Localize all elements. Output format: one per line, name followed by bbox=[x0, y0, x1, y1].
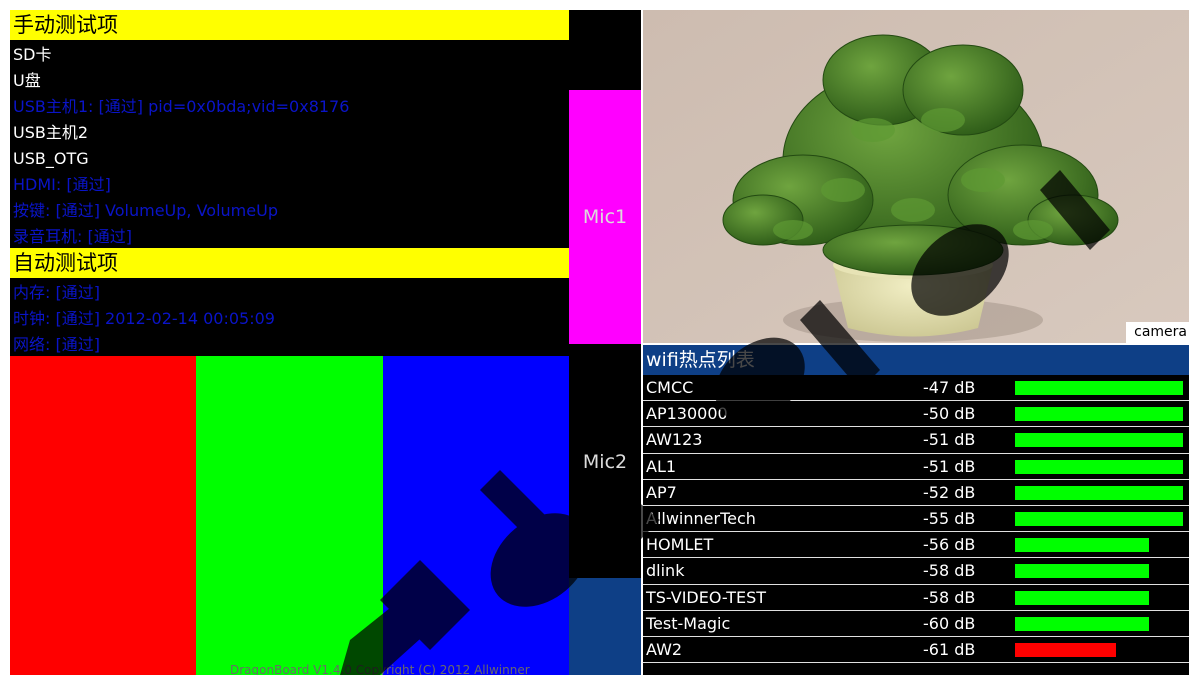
auto-tests-header: 自动测试项 bbox=[10, 248, 569, 278]
test-panel: 手动测试项 SD卡 U盘 USB主机1: [通过] pid=0x0bda;vid=0… bbox=[10, 10, 569, 675]
wifi-signal-db: -60 dB bbox=[923, 613, 976, 633]
auto-tests-list: 内存: [通过] 时钟: [通过] 2012-02-14 00:05:09 网络: … bbox=[10, 278, 569, 354]
wifi-signal-db: -50 dB bbox=[923, 404, 976, 424]
mic2-label: Mic2 bbox=[582, 451, 628, 473]
manual-test-item: HDMI: [通过] bbox=[13, 175, 111, 194]
wifi-hotspot-row[interactable]: AP130000 -50 dB bbox=[643, 401, 1189, 428]
manual-test-item: U盘 bbox=[13, 71, 41, 90]
wifi-hotspot-row[interactable]: AP7 -52 dB bbox=[643, 480, 1189, 506]
wifi-signal-bar bbox=[1015, 433, 1183, 448]
wifi-ssid: AW2 bbox=[646, 639, 683, 659]
wifi-ssid: HOMLET bbox=[646, 535, 714, 555]
mic1-gap bbox=[569, 10, 641, 90]
wifi-signal-bar bbox=[1015, 407, 1183, 422]
wifi-signal-db: -47 dB bbox=[923, 378, 976, 397]
wifi-ssid: AL1 bbox=[646, 456, 677, 476]
wifi-hotspot-row[interactable]: AL1 -51 dB bbox=[643, 454, 1189, 480]
color-bar bbox=[10, 356, 197, 675]
mic-level-column: Mic1 Mic2 bbox=[569, 10, 641, 675]
wifi-hotspot-row[interactable]: AllwinnerTech -55 dB bbox=[643, 506, 1189, 533]
wifi-hotspot-row[interactable]: AW2 -61 dB bbox=[643, 637, 1189, 664]
wifi-hotspot-row[interactable]: TS-VIDEO-TEST -58 dB bbox=[643, 585, 1189, 611]
wifi-signal-db: -58 dB bbox=[923, 561, 976, 581]
wifi-signal-db: -58 dB bbox=[923, 587, 976, 607]
wifi-signal-bar bbox=[1015, 590, 1149, 605]
wifi-signal-bar bbox=[1015, 616, 1149, 631]
wifi-ssid: AW123 bbox=[646, 430, 703, 450]
wifi-signal-db: -61 dB bbox=[923, 639, 976, 659]
mic2-level-fill bbox=[569, 578, 641, 675]
mic1-level: Mic1 bbox=[569, 90, 641, 344]
wifi-ssid: AP130000 bbox=[646, 404, 728, 424]
camera-image bbox=[643, 10, 1189, 343]
wifi-ssid: AP7 bbox=[646, 482, 677, 502]
wifi-list-panel: wifi热点列表 CMCC -47 dB AP130000 -50 dB AW123 -5… bbox=[643, 345, 1189, 675]
manual-test-item: SD卡 bbox=[13, 45, 52, 64]
camera-preview: camera bbox=[643, 10, 1189, 343]
manual-tests-list: SD卡 U盘 USB主机1: [通过] pid=0x0bda;vid=0x8176 U… bbox=[10, 40, 569, 248]
wifi-hotspot-row[interactable]: Test-Magic -60 dB bbox=[643, 611, 1189, 637]
manual-test-item: USB主机1: [通过] pid=0x0bda;vid=0x8176 bbox=[13, 97, 350, 116]
manual-test-item: 按键: [通过] VolumeUp, VolumeUp bbox=[13, 201, 278, 220]
color-bar bbox=[196, 356, 383, 675]
wifi-ssid: TS-VIDEO-TEST bbox=[646, 587, 767, 607]
wifi-ssid: dlink bbox=[646, 561, 685, 581]
wifi-signal-bar bbox=[1015, 538, 1149, 553]
wifi-signal-db: -55 dB bbox=[923, 508, 976, 528]
wifi-signal-db: -52 dB bbox=[923, 482, 976, 502]
auto-test-item: 时钟: [通过] 2012-02-14 00:05:09 bbox=[13, 309, 275, 328]
wifi-hotspot-row[interactable]: AW123 -51 dB bbox=[643, 427, 1189, 454]
wifi-ssid: CMCC bbox=[646, 378, 694, 397]
wifi-signal-bar bbox=[1015, 564, 1149, 579]
wifi-signal-db: -51 dB bbox=[923, 456, 976, 476]
wifi-ssid: Test-Magic bbox=[646, 613, 731, 633]
wifi-ssid: AllwinnerTech bbox=[646, 508, 756, 528]
auto-test-item: 内存: [通过] bbox=[13, 283, 100, 302]
wifi-signal-bar bbox=[1015, 642, 1116, 657]
wifi-signal-db: -56 dB bbox=[923, 535, 976, 555]
manual-test-item: 录音耳机: [通过] bbox=[13, 227, 132, 246]
wifi-signal-bar bbox=[1015, 381, 1183, 395]
color-bars-test bbox=[10, 356, 569, 675]
wifi-list: CMCC -47 dB AP130000 -50 dB AW123 -51 dB AL1 -5… bbox=[643, 375, 1189, 664]
manual-tests-header: 手动测试项 bbox=[10, 10, 569, 40]
manual-test-item: USB主机2 bbox=[13, 123, 89, 142]
mic1-label: Mic1 bbox=[582, 206, 628, 228]
wifi-hotspot-row[interactable]: CMCC -47 dB bbox=[643, 375, 1189, 402]
auto-test-item: 网络: [通过] bbox=[13, 335, 100, 354]
camera-label: camera bbox=[1126, 322, 1189, 343]
wifi-signal-bar bbox=[1015, 459, 1183, 474]
color-bar bbox=[382, 356, 569, 675]
wifi-signal-db: -51 dB bbox=[923, 430, 976, 450]
mic2-level: Mic2 bbox=[569, 346, 641, 578]
wifi-hotspot-row[interactable]: dlink -58 dB bbox=[643, 558, 1189, 585]
manual-test-item: USB_OTG bbox=[13, 149, 89, 168]
wifi-signal-bar bbox=[1015, 511, 1183, 526]
wifi-list-header: wifi热点列表 bbox=[643, 345, 1189, 375]
wifi-signal-bar bbox=[1015, 485, 1183, 500]
version-footer: DragonBoard V1.4.0 Copyright (C) 2012 Al… bbox=[230, 663, 530, 675]
wifi-hotspot-row[interactable]: HOMLET -56 dB bbox=[643, 532, 1189, 559]
